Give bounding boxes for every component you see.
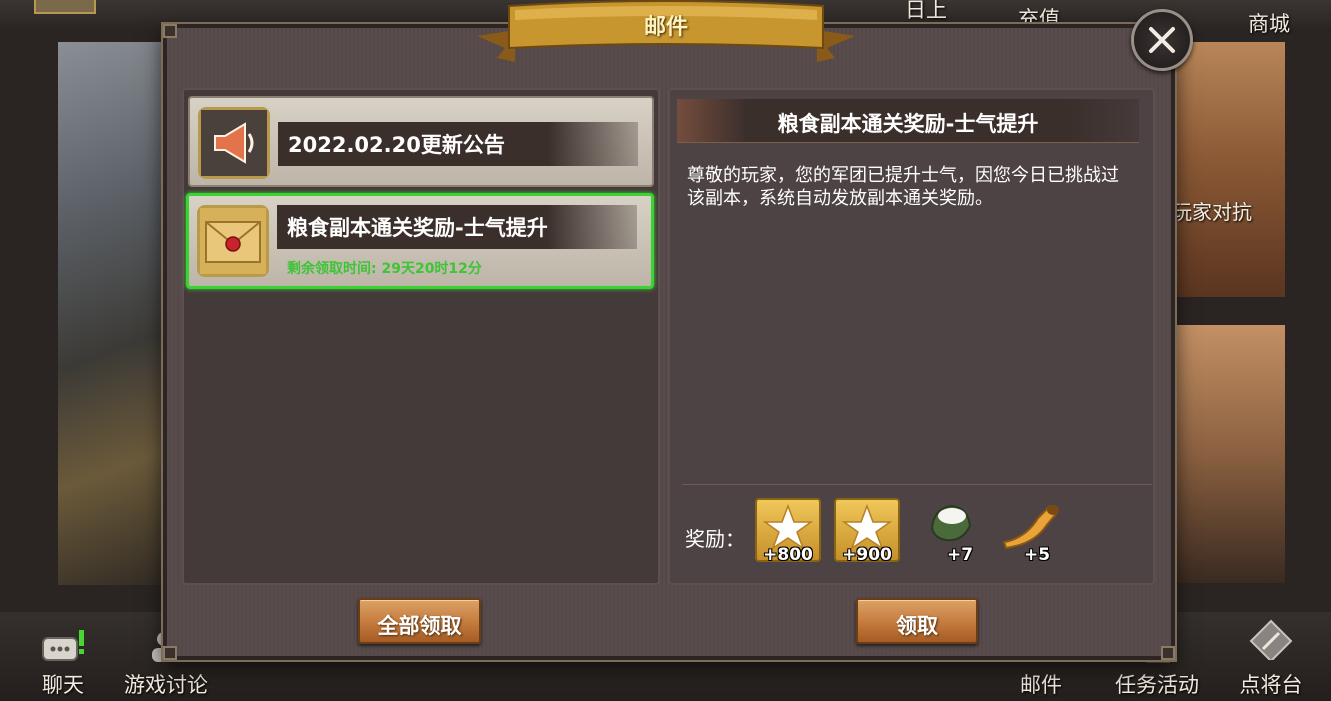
bottom-nav-tasks-label: 任务活动 (1115, 673, 1199, 697)
chat-icon (42, 630, 84, 661)
megaphone-icon (201, 110, 267, 176)
reward-count: +5 (1023, 545, 1051, 565)
player-avatar[interactable] (34, 0, 96, 14)
bottom-nav-general-stage-label: 点将台 (1239, 673, 1303, 697)
reward-label: 奖励： (685, 527, 745, 551)
bottom-nav-chat[interactable]: 聊天 (13, 620, 113, 700)
top-nav-item-shop[interactable]: 商城 (1248, 8, 1290, 38)
mail-item-icon-frame (197, 205, 269, 277)
mail-item-remaining-time: 剩余领取时间: 29天20时12分 (287, 261, 482, 277)
mail-item-title-bar: 2022.02.20更新公告 (278, 122, 638, 166)
claim-button-label: 领取 (896, 614, 938, 638)
detail-title: 粮食副本通关奖励-士气提升 (777, 112, 1039, 136)
claim-all-button-label: 全部领取 (377, 614, 462, 638)
dialog-corner (163, 24, 177, 38)
reward-item[interactable]: +800 (755, 498, 821, 565)
rice-bag-icon (930, 504, 972, 542)
background-pvp-label: 玩家对抗 (1172, 200, 1252, 224)
reward-item[interactable]: +7 (922, 498, 988, 565)
mail-detail-panel (668, 88, 1155, 585)
top-nav-item-daily[interactable]: 日上 (905, 0, 947, 24)
mail-item-title: 2022.02.20更新公告 (288, 133, 505, 157)
background-battle-card (1170, 325, 1285, 583)
reward-count: +900 (842, 545, 892, 565)
close-button[interactable] (1131, 9, 1193, 71)
detail-divider (682, 484, 1152, 485)
dialog-corner (163, 646, 177, 660)
claim-button[interactable]: 领取 (856, 598, 978, 644)
mail-list-item-selected[interactable]: 粮食副本通关奖励-士气提升 剩余领取时间: 29天20时12分 (186, 193, 654, 289)
reward-item[interactable]: +5 (998, 498, 1064, 565)
mail-item-title-bar: 粮食副本通关奖励-士气提升 (277, 205, 637, 249)
detail-body-text: 尊敬的玩家，您的军团已提升士气，因您今日已挑战过该副本，系统自动发放副本通关奖励… (687, 165, 1119, 209)
dialog-title: 邮件 (643, 15, 688, 40)
mail-list-item[interactable]: 2022.02.20更新公告 (188, 96, 654, 187)
reward-item[interactable]: +900 (834, 498, 900, 565)
dialog-corner (1161, 646, 1175, 660)
detail-title-bar: 粮食副本通关奖励-士气提升 (677, 99, 1139, 143)
bottom-nav-mail-label: 邮件 (1020, 673, 1062, 697)
bottom-nav-general-stage[interactable]: 点将台 (1221, 619, 1321, 700)
reward-count: +800 (763, 545, 813, 565)
mail-item-title: 粮食副本通关奖励-士气提升 (287, 216, 548, 240)
mail-item-icon-frame (198, 107, 270, 179)
background-pvp-card (1170, 42, 1285, 297)
claim-all-button[interactable]: 全部领取 (358, 598, 481, 644)
reward-count: +7 (946, 545, 974, 565)
horn-icon (1002, 504, 1059, 550)
title-banner: 邮件 (475, 0, 857, 68)
bottom-nav-chat-label: 聊天 (42, 673, 84, 697)
bottom-nav-discussion-label: 游戏讨论 (124, 673, 208, 697)
close-icon (1149, 27, 1175, 53)
sealed-envelope-icon (200, 208, 266, 274)
general-stage-icon (1249, 619, 1293, 660)
